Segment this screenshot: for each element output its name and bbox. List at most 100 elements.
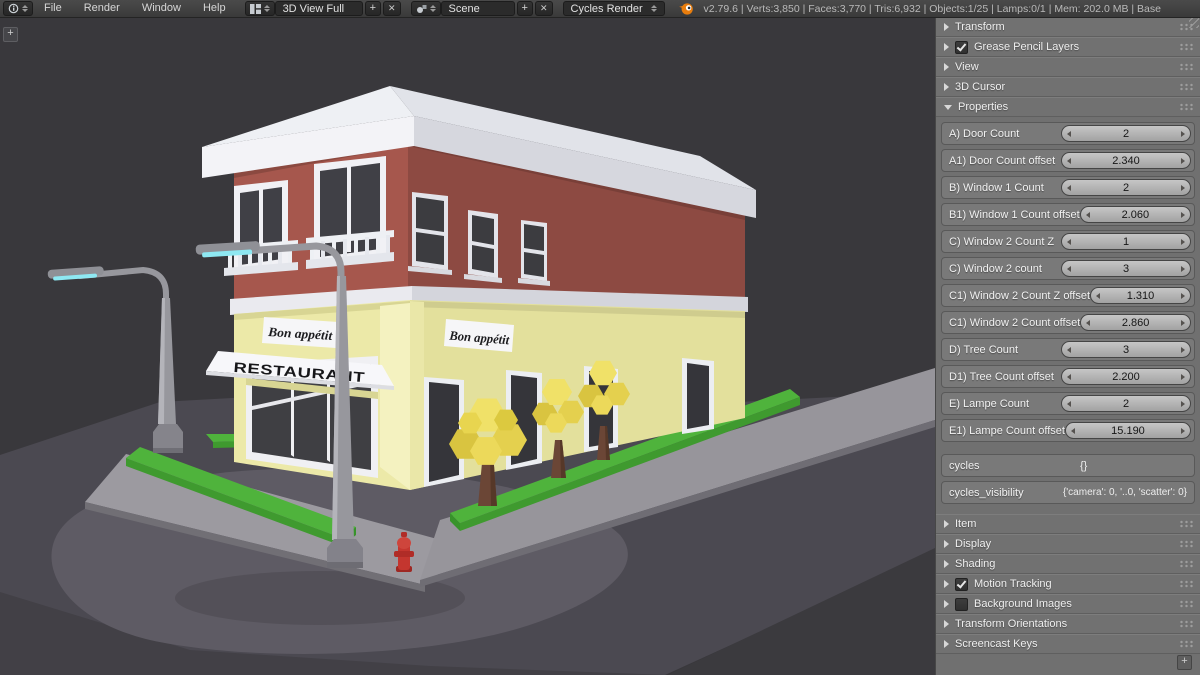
add-layout-button[interactable]: + (365, 1, 381, 16)
increment-arrow-icon[interactable] (1181, 320, 1185, 326)
menu-file[interactable]: File (33, 0, 73, 17)
drag-handle-icon[interactable] (1179, 620, 1194, 628)
door-count-slider[interactable]: 2 (1061, 125, 1191, 142)
render-engine-select[interactable]: Cycles Render (563, 1, 665, 16)
idprop-cycles-visibility-row[interactable]: cycles_visibility {'camera': 0, '..0, 's… (941, 481, 1195, 504)
decrement-arrow-icon[interactable] (1086, 320, 1090, 326)
toolshelf-expand-button[interactable]: + (3, 27, 18, 42)
delete-layout-button[interactable]: ✕ (383, 1, 401, 16)
screen-layout-field[interactable]: 3D View Full (275, 1, 363, 16)
drag-handle-icon[interactable] (1179, 640, 1194, 648)
lampe-count-offset-slider[interactable]: 15.190 (1065, 422, 1191, 439)
prop-row: A) Door Count 2 (941, 122, 1195, 145)
scene-arrows (430, 5, 436, 12)
idprop-cycles-row[interactable]: cycles {} (941, 454, 1195, 477)
decrement-arrow-icon[interactable] (1067, 185, 1071, 191)
corner-pillar (380, 303, 410, 490)
editor-type-button[interactable] (3, 1, 33, 16)
plus-icon: + (370, 3, 376, 14)
grease-pencil-checkbox[interactable] (955, 41, 968, 54)
panel-background-images[interactable]: Background Images (936, 594, 1200, 614)
panel-transform-orientations[interactable]: Transform Orientations (936, 614, 1200, 634)
3d-viewport[interactable]: + (0, 0, 935, 675)
delete-scene-button[interactable]: ✕ (535, 1, 553, 16)
decrement-arrow-icon[interactable] (1071, 428, 1075, 434)
increment-arrow-icon[interactable] (1181, 401, 1185, 407)
drag-handle-icon[interactable] (1179, 600, 1194, 608)
decrement-arrow-icon[interactable] (1067, 266, 1071, 272)
chevron-right-icon (944, 43, 949, 51)
scene-icon (416, 4, 427, 14)
blender-logo (679, 2, 694, 15)
decrement-arrow-icon[interactable] (1067, 374, 1071, 380)
panel-3d-cursor[interactable]: 3D Cursor (936, 77, 1200, 97)
increment-arrow-icon[interactable] (1181, 212, 1185, 218)
properties-region: Transform Grease Pencil Layers View 3D C… (935, 17, 1200, 675)
panel-transform[interactable]: Transform (936, 17, 1200, 37)
drag-handle-icon[interactable] (1179, 540, 1194, 548)
decrement-arrow-icon[interactable] (1067, 131, 1071, 137)
panel-view[interactable]: View (936, 57, 1200, 77)
tree-count-slider[interactable]: 3 (1061, 341, 1191, 358)
drag-handle-icon[interactable] (1179, 580, 1194, 588)
increment-arrow-icon[interactable] (1181, 158, 1185, 164)
scene-field[interactable]: Scene (441, 1, 515, 16)
panel-screencast-keys[interactable]: Screencast Keys (936, 634, 1200, 654)
window1-count-offset-slider[interactable]: 2.060 (1080, 206, 1191, 223)
tree-count-offset-slider[interactable]: 2.200 (1061, 368, 1191, 385)
background-images-checkbox[interactable] (955, 598, 968, 611)
decrement-arrow-icon[interactable] (1067, 158, 1071, 164)
drag-handle-icon[interactable] (1179, 43, 1194, 51)
screen-layout-icon-button[interactable] (245, 1, 275, 16)
chevron-right-icon (944, 520, 949, 528)
prop-row: A1) Door Count offset 2.340 (941, 149, 1195, 172)
drag-handle-icon[interactable] (1179, 83, 1194, 91)
prop-row: C) Window 2 Count Z 1 (941, 230, 1195, 253)
panel-grease-pencil-layers[interactable]: Grease Pencil Layers (936, 37, 1200, 57)
increment-arrow-icon[interactable] (1181, 266, 1185, 272)
menu-help[interactable]: Help (192, 0, 237, 17)
decrement-arrow-icon[interactable] (1067, 239, 1071, 245)
window2-count-z-slider[interactable]: 1 (1061, 233, 1191, 250)
menu-render[interactable]: Render (73, 0, 131, 17)
region-corner-grip[interactable] (1189, 18, 1199, 28)
close-icon: ✕ (388, 4, 396, 13)
decrement-arrow-icon[interactable] (1067, 401, 1071, 407)
drag-handle-icon[interactable] (1179, 560, 1194, 568)
decrement-arrow-icon[interactable] (1067, 347, 1071, 353)
increment-arrow-icon[interactable] (1181, 293, 1185, 299)
increment-arrow-icon[interactable] (1181, 374, 1185, 380)
door-count-offset-slider[interactable]: 2.340 (1061, 152, 1191, 169)
chevron-right-icon (944, 540, 949, 548)
panel-display[interactable]: Display (936, 534, 1200, 554)
info-editor-icon (8, 3, 19, 14)
increment-arrow-icon[interactable] (1181, 347, 1185, 353)
decrement-arrow-icon[interactable] (1096, 293, 1100, 299)
increment-arrow-icon[interactable] (1181, 131, 1185, 137)
drag-handle-icon[interactable] (1179, 103, 1194, 111)
render-engine-value: Cycles Render (571, 3, 643, 15)
window2-count-offset-slider[interactable]: 2.860 (1080, 314, 1191, 331)
menu-window[interactable]: Window (131, 0, 192, 17)
drag-handle-icon[interactable] (1179, 63, 1194, 71)
panel-properties[interactable]: Properties (936, 97, 1200, 117)
decrement-arrow-icon[interactable] (1086, 212, 1090, 218)
add-scene-button[interactable]: + (517, 1, 533, 16)
cycles-visibility-value: {'camera': 0, '..0, 'scatter': 0} (1063, 487, 1194, 498)
window1-count-slider[interactable]: 2 (1061, 179, 1191, 196)
add-panel-button[interactable]: + (1177, 655, 1192, 670)
increment-arrow-icon[interactable] (1181, 239, 1185, 245)
panel-shading[interactable]: Shading (936, 554, 1200, 574)
motion-tracking-checkbox[interactable] (955, 578, 968, 591)
prop-row: D) Tree Count 3 (941, 338, 1195, 361)
window2-count-slider[interactable]: 3 (1061, 260, 1191, 277)
increment-arrow-icon[interactable] (1181, 185, 1185, 191)
window2-count-z-offset-slider[interactable]: 1.310 (1090, 287, 1191, 304)
panel-item[interactable]: Item (936, 514, 1200, 534)
lampe-count-slider[interactable]: 2 (1061, 395, 1191, 412)
panel-motion-tracking[interactable]: Motion Tracking (936, 574, 1200, 594)
editor-type-arrows (22, 5, 28, 12)
drag-handle-icon[interactable] (1179, 520, 1194, 528)
increment-arrow-icon[interactable] (1181, 428, 1185, 434)
scene-icon-button[interactable] (411, 1, 441, 16)
